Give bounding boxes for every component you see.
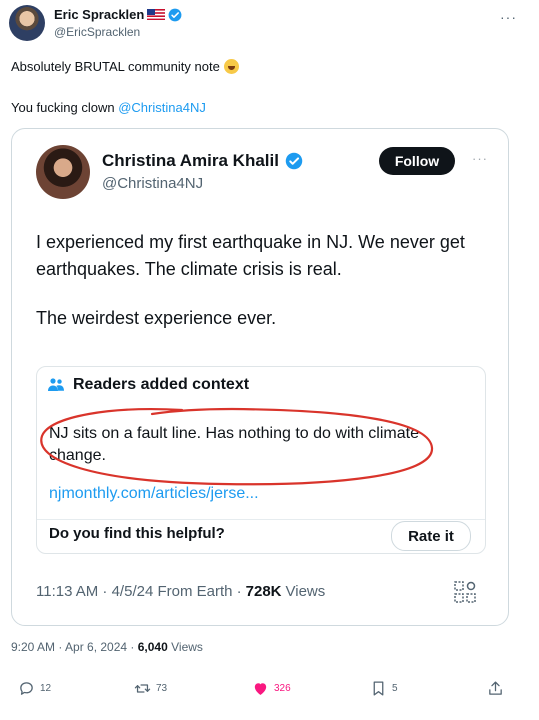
community-note-header: Readers added context xyxy=(47,376,249,394)
avatar[interactable] xyxy=(36,145,90,199)
divider xyxy=(37,519,485,520)
tweet-paragraph: The weirdest experience ever. xyxy=(36,308,277,328)
tweet-text-line-1: Absolutely BRUTAL community note xyxy=(11,59,239,74)
tweet-actions-bar: 12 73 326 5 xyxy=(0,676,539,706)
views-label: Views xyxy=(285,583,326,600)
quoted-tweet-body: I experienced my first earthquake in NJ.… xyxy=(36,229,496,332)
bookmark-button[interactable]: 5 xyxy=(370,680,398,697)
author-handle[interactable]: @EricSpracklen xyxy=(54,25,140,39)
repost-button[interactable]: 73 xyxy=(134,680,167,697)
outer-timestamp[interactable]: 9:20 AM · Apr 6, 2024 · xyxy=(11,640,134,654)
tweet-text: You fucking clown xyxy=(11,100,115,115)
verified-badge-icon xyxy=(285,152,303,170)
red-annotation-circle xyxy=(40,407,434,486)
rate-it-button[interactable]: Rate it xyxy=(391,521,471,551)
avatar[interactable] xyxy=(9,5,45,41)
tweet-paragraph: I experienced my first earthquake in NJ.… xyxy=(36,232,465,279)
more-options-icon[interactable]: ··· xyxy=(472,151,488,166)
author-name[interactable]: Eric Spracklen xyxy=(54,7,144,22)
outer-tweet-header: Eric Spracklen @EricSpracklen ··· xyxy=(9,5,529,45)
tweet-text-line-2: You fucking clown @Christina4NJ xyxy=(11,100,206,115)
community-note-title: Readers added context xyxy=(73,376,250,393)
quoted-author-handle[interactable]: @Christina4NJ xyxy=(102,175,203,192)
verified-badge-icon xyxy=(168,8,182,21)
like-button[interactable]: 326 xyxy=(252,680,291,697)
follow-button[interactable]: Follow xyxy=(379,147,455,175)
repost-icon xyxy=(134,684,151,693)
share-button[interactable] xyxy=(487,680,504,697)
heart-icon xyxy=(254,683,267,695)
share-icon xyxy=(489,681,502,695)
people-icon xyxy=(48,378,64,391)
helpful-prompt: Do you find this helpful? xyxy=(49,525,225,542)
mention-link[interactable]: @Christina4NJ xyxy=(118,100,206,115)
reply-button[interactable]: 12 xyxy=(18,680,51,697)
views-label: Views xyxy=(171,640,203,654)
qr-code-icon[interactable] xyxy=(454,581,476,603)
bookmark-count: 5 xyxy=(392,683,398,694)
bookmark-icon xyxy=(373,681,384,696)
quoted-timestamp[interactable]: 11:13 AM · 4/5/24 From Earth · xyxy=(36,583,242,600)
reply-count: 12 xyxy=(40,683,52,694)
author-name-row: Eric Spracklen xyxy=(54,7,182,22)
us-flag-icon xyxy=(147,9,166,20)
repost-count: 73 xyxy=(156,683,168,694)
quoted-tweet-card[interactable]: Christina Amira Khalil @Christina4NJ Fol… xyxy=(11,128,509,626)
tweet-text: Absolutely BRUTAL community note xyxy=(11,59,220,74)
quoted-author-name[interactable]: Christina Amira Khalil xyxy=(102,151,279,171)
quoted-author-row: Christina Amira Khalil xyxy=(102,151,303,171)
reply-icon xyxy=(20,682,33,695)
like-count: 326 xyxy=(274,683,291,694)
views-count: 6,040 xyxy=(137,640,168,654)
laughing-emoji-icon xyxy=(223,59,239,74)
more-options-icon[interactable]: ··· xyxy=(500,9,517,25)
outer-tweet-meta: 9:20 AM · Apr 6, 2024 · 6,040 Views xyxy=(11,640,203,654)
views-count: 728K xyxy=(245,583,282,600)
quoted-tweet-meta: 11:13 AM · 4/5/24 From Earth · 728K View… xyxy=(36,583,325,600)
